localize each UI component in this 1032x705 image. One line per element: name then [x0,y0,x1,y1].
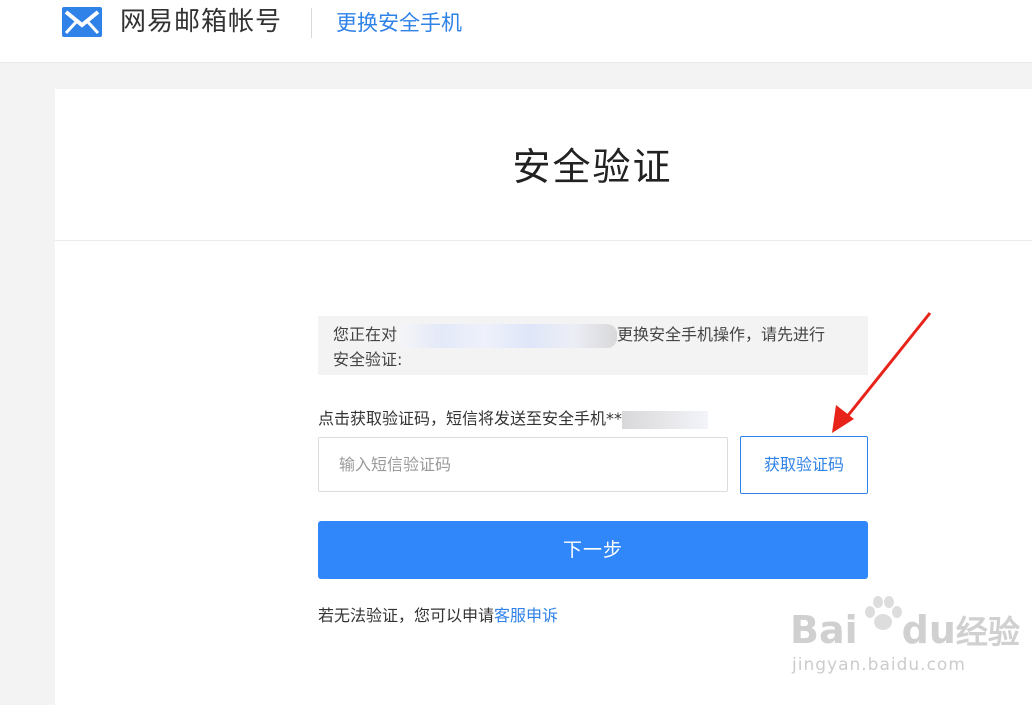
notice-line-2: 安全验证: [333,349,403,369]
sms-code-input[interactable] [318,437,728,492]
wm-product: 经验 [955,613,1020,651]
notice-box: 您正在对 更换安全手机操作，请先进行 安全验证: [318,316,868,375]
title-divider [55,240,1032,241]
notice-suffix: 更换安全手机操作，请先进行 [617,325,826,344]
get-code-button[interactable]: 获取验证码 [740,436,868,494]
header-divider [311,8,312,38]
page-title: 安全验证 [512,145,673,189]
wm-brand-start: Bai [790,608,858,652]
notice-line-1: 您正在对 更换安全手机操作，请先进行 [333,323,853,348]
redacted-phone [622,410,709,429]
appeal-text: 若无法验证，您可以申请客服申诉 [318,604,558,628]
redacted-account [397,323,618,348]
sms-hint-text: 点击获取验证码，短信将发送至安全手机** [318,409,623,428]
red-arrow-annotation [832,312,932,433]
watermark-brand: Bai du经验 [790,608,1020,654]
customer-service-appeal-link[interactable]: 客服申诉 [494,606,558,625]
mail-envelope-icon[interactable] [61,6,103,38]
page-title-link[interactable]: 更换安全手机 [336,8,462,38]
wm-brand-end: du [901,608,956,652]
next-step-button[interactable]: 下一步 [318,521,868,579]
sms-hint: 点击获取验证码，短信将发送至安全手机** [318,407,709,431]
top-bar: 网易邮箱帐号 更换安全手机 [0,0,1032,63]
brand-title: 网易邮箱帐号 [120,7,283,37]
baidu-jingyan-watermark: Bai du经验 jingyan.baidu.com [790,594,1020,684]
appeal-prefix: 若无法验证，您可以申请 [318,606,495,625]
watermark-url: jingyan.baidu.com [792,655,966,675]
notice-prefix: 您正在对 [333,325,398,344]
